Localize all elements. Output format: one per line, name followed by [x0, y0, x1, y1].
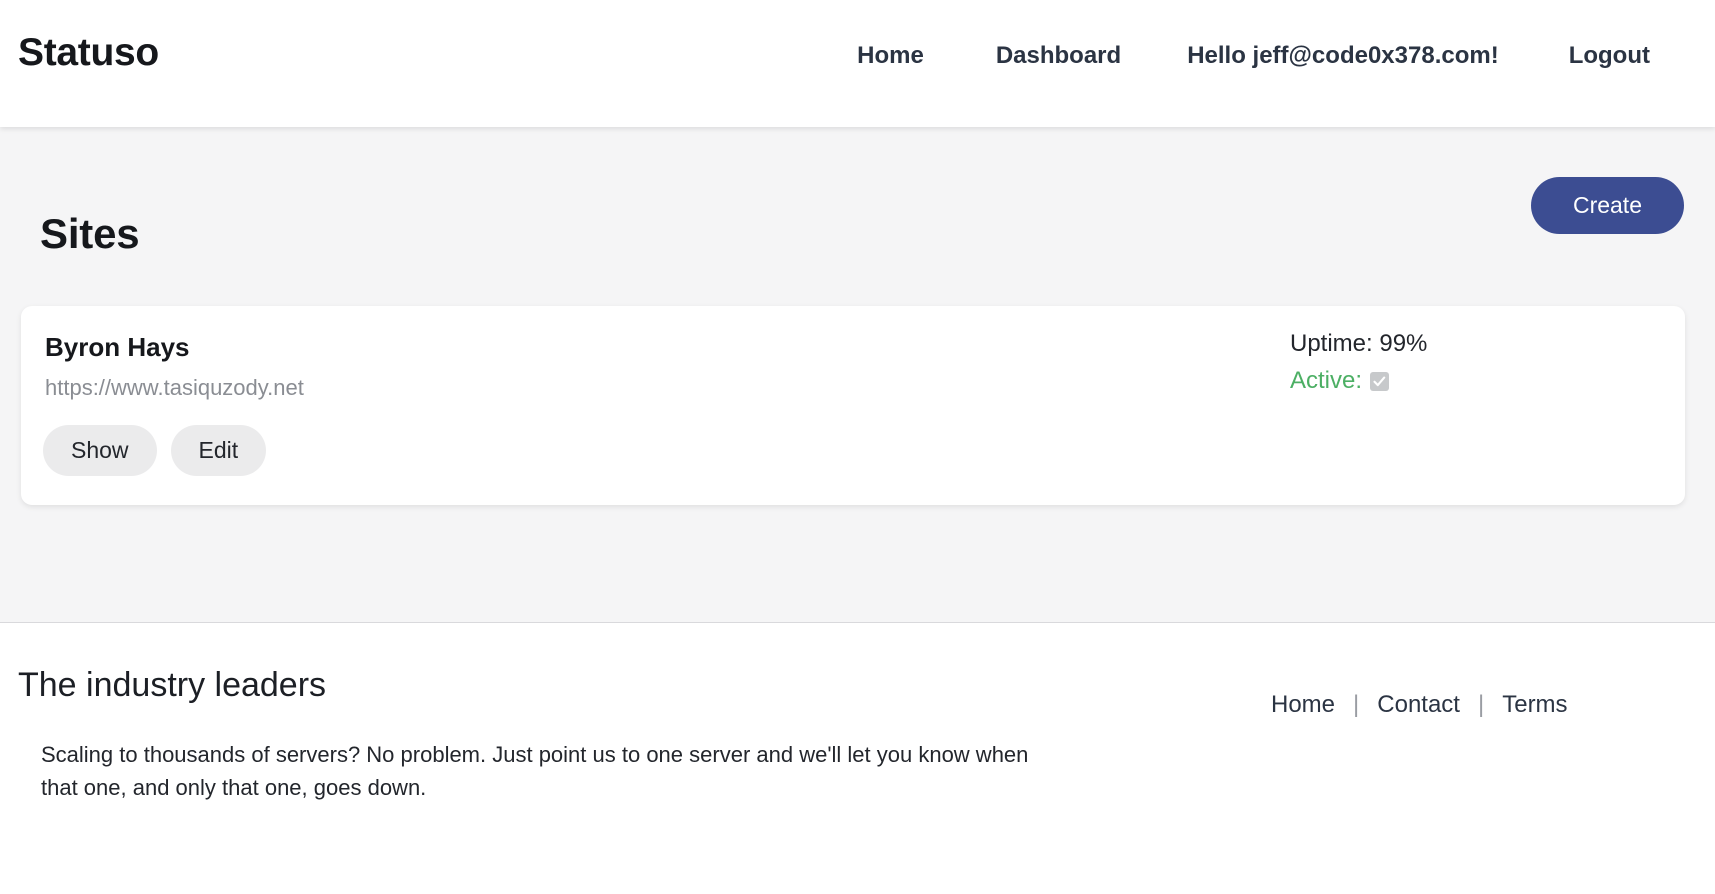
- footer-title: The industry leaders: [18, 666, 327, 704]
- site-name: Byron Hays: [45, 332, 190, 362]
- show-button[interactable]: Show: [43, 425, 157, 476]
- footer-links: Home | Contact | Terms: [1271, 689, 1568, 720]
- footer-description: Scaling to thousands of servers? No prob…: [41, 742, 1029, 800]
- site-card-actions: Show Edit: [43, 425, 267, 476]
- main-content: Sites Create Byron Hays https://www.tasi…: [0, 127, 1715, 623]
- footer-separator-2: |: [1477, 691, 1485, 718]
- primary-nav: Home Dashboard Hello jeff@code0x378.com!…: [857, 40, 1703, 71]
- page-header-row: Sites Create: [0, 177, 1715, 265]
- brand-logo[interactable]: Statuso: [18, 33, 159, 72]
- nav-item-logout[interactable]: Logout: [1569, 40, 1650, 71]
- site-card: Byron Hays https://www.tasiquzody.net Sh…: [21, 306, 1685, 505]
- footer-separator-1: |: [1353, 691, 1360, 718]
- top-navbar: Statuso Home Dashboard Hello jeff@code0x…: [0, 0, 1715, 127]
- nav-item-home[interactable]: Home: [857, 40, 924, 71]
- nav-user-greeting: Hello jeff@code0x378.com!: [1187, 42, 1499, 69]
- footer-link-terms[interactable]: Terms: [1502, 689, 1567, 720]
- content-container: Sites Create Byron Hays https://www.tasi…: [0, 127, 1715, 622]
- site-uptime: Uptime: 99%: [1290, 330, 1428, 357]
- site-active-label: Active:: [1290, 367, 1363, 395]
- page-footer: The industry leaders Scaling to thousand…: [0, 623, 1715, 893]
- nav-item-dashboard[interactable]: Dashboard: [996, 40, 1121, 71]
- site-url[interactable]: https://www.tasiquzody.net: [45, 374, 304, 403]
- site-card-meta: Uptime: 99% Active:: [1290, 328, 1427, 398]
- page-title: Sites: [40, 210, 140, 258]
- footer-link-home[interactable]: Home: [1271, 689, 1335, 720]
- footer-link-contact[interactable]: Contact: [1377, 689, 1460, 720]
- edit-button[interactable]: Edit: [170, 425, 267, 476]
- site-active-row: Active:: [1290, 365, 1427, 397]
- active-checkbox-checked-icon[interactable]: [1370, 372, 1390, 392]
- create-site-button[interactable]: Create: [1530, 177, 1684, 234]
